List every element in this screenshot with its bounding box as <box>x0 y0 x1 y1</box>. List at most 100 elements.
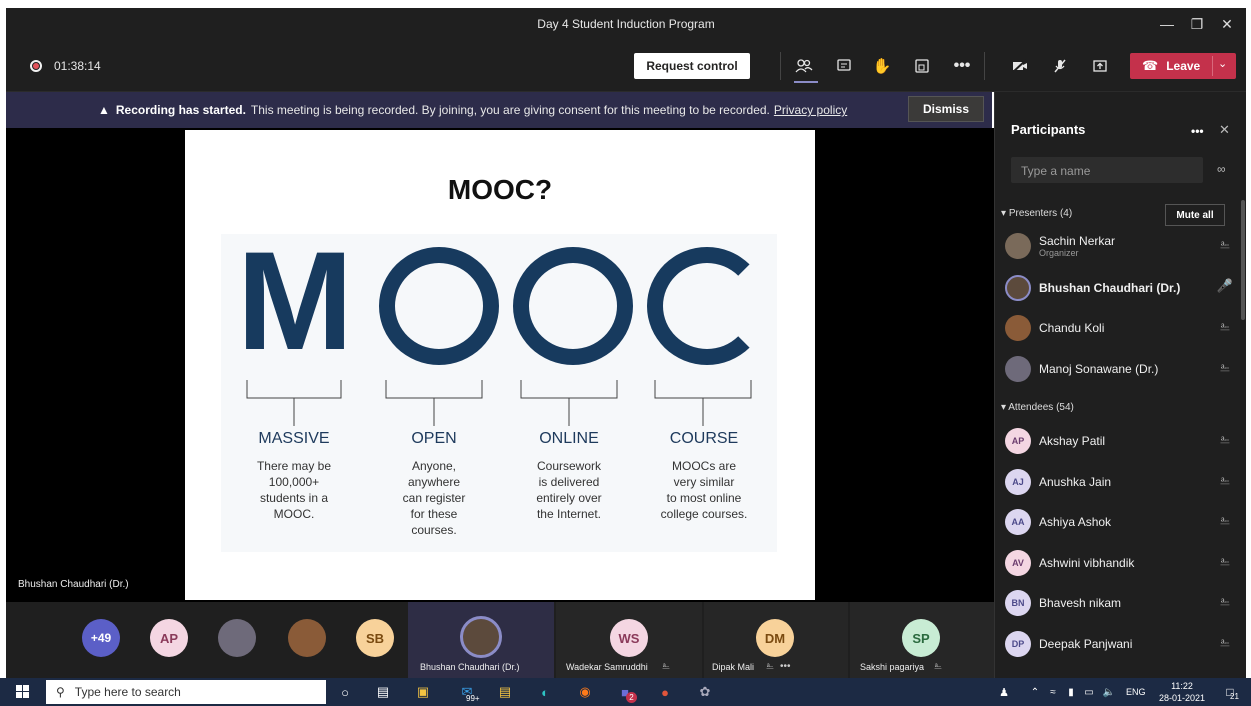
file-explorer-icon[interactable]: ▤ <box>494 682 516 702</box>
participant-tile[interactable]: WS Wadekar Samruddhi ⎁ <box>556 602 702 678</box>
mail-badge: 99+ <box>466 694 480 703</box>
participant-row[interactable]: Sachin Nerkar Organizer ⎁ <box>1005 228 1235 264</box>
mic-off-icon: ⎁ <box>1219 359 1231 374</box>
cortana-icon[interactable]: ○ <box>334 682 356 702</box>
participant-row[interactable]: Bhushan Chaudhari (Dr.) 🎤 <box>1005 270 1235 306</box>
banner-bold: Recording has started. <box>115 103 246 117</box>
avatar: DP <box>1005 631 1031 657</box>
divider <box>984 52 985 80</box>
recording-icon <box>30 60 42 72</box>
avatar: AP <box>1005 428 1031 454</box>
leave-button[interactable]: ☎ Leave ⌄ <box>1130 53 1236 79</box>
letter-m: M <box>236 222 354 379</box>
participant-tile[interactable]: SP Sakshi pagariya ⎁ <box>850 602 994 678</box>
col-text-massive: There may be 100,000+ students in a MOOC… <box>239 458 349 522</box>
text-line: Coursework <box>536 459 602 473</box>
participant-row[interactable]: Manoj Sonawane (Dr.) ⎁ <box>1005 351 1235 387</box>
participant-row[interactable]: AA Ashiya Ashok ⎁ <box>1005 504 1235 540</box>
presenters-header[interactable]: ▾ Presenters (4) <box>1001 208 1072 219</box>
taskbar-search-input[interactable]: ⚲ Type here to search <box>46 680 326 704</box>
task-view-icon[interactable]: ▤ <box>372 682 394 702</box>
participant-avatar[interactable] <box>288 619 326 657</box>
battery-icon[interactable]: ▭ <box>1082 682 1096 702</box>
participant-row[interactable]: DP Deepak Panjwani ⎁ <box>1005 626 1235 662</box>
overflow-participants-button[interactable]: +49 <box>82 619 120 657</box>
minimize-icon[interactable]: — <box>1152 8 1182 40</box>
chat-icon[interactable] <box>832 54 856 78</box>
more-options-icon[interactable]: ••• <box>1191 124 1204 138</box>
privacy-policy-link[interactable]: Privacy policy <box>774 103 847 117</box>
brackets <box>246 380 752 426</box>
media-player-icon[interactable]: ● <box>654 682 676 702</box>
mic-off-icon: ⎁ <box>1219 472 1231 487</box>
clock[interactable]: 11:22 28-01-2021 <box>1154 680 1210 704</box>
maximize-icon[interactable]: ❐ <box>1182 8 1212 40</box>
participant-avatar[interactable] <box>218 619 256 657</box>
text-line: MOOCs are <box>671 459 736 473</box>
mic-off-icon[interactable] <box>1048 54 1072 78</box>
search-icon: ⚲ <box>56 685 65 699</box>
close-panel-icon[interactable]: ✕ <box>1219 122 1230 138</box>
text-line: to most online <box>666 491 742 505</box>
participant-role: Organizer <box>1039 248 1079 258</box>
mic-off-icon: ⎁ <box>1219 236 1231 251</box>
col-text-online: Coursework is delivered entirely over th… <box>514 458 624 522</box>
participant-tile[interactable]: DM Dipak Mali ⎁ ••• <box>704 602 848 678</box>
text-line: There may be <box>256 459 332 473</box>
participant-row[interactable]: AP Akshay Patil ⎁ <box>1005 423 1235 459</box>
participant-row[interactable]: BN Bhavesh nikam ⎁ <box>1005 585 1235 621</box>
language-indicator[interactable]: ENG <box>1126 687 1146 697</box>
request-control-button[interactable]: Request control <box>634 53 750 79</box>
banner-text: This meeting is being recorded. By joini… <box>250 103 770 117</box>
close-icon[interactable]: ✕ <box>1212 8 1242 40</box>
link-icon[interactable]: ∞ <box>1217 162 1226 176</box>
scrollbar[interactable] <box>1241 200 1245 320</box>
taskbar-search-placeholder: Type here to search <box>74 685 181 699</box>
avatar: BN <box>1005 590 1031 616</box>
more-actions-icon[interactable]: ••• <box>950 54 974 78</box>
participant-avatar[interactable]: SB <box>356 619 394 657</box>
paint-icon[interactable]: ✿ <box>694 682 716 702</box>
more-icon[interactable]: ••• <box>780 661 791 672</box>
rooms-icon[interactable] <box>910 54 934 78</box>
participant-name: Anushka Jain <box>1039 475 1112 489</box>
mic-off-icon: ⎁ <box>1219 634 1231 649</box>
volume-icon[interactable]: 🔈 <box>1100 682 1118 702</box>
participant-row[interactable]: AV Ashwini vibhandik ⎁ <box>1005 545 1235 581</box>
edge-icon[interactable]: ◐ <box>534 682 556 702</box>
firefox-icon[interactable]: ◉ <box>574 682 596 702</box>
warning-icon: ▲ <box>98 103 110 117</box>
participant-row[interactable]: Chandu Koli ⎁ <box>1005 310 1235 346</box>
dismiss-button[interactable]: Dismiss <box>908 96 984 122</box>
participant-avatar[interactable]: AP <box>150 619 188 657</box>
mic-off-icon: ⎁ <box>1219 318 1231 333</box>
text-line: entirely over <box>536 491 602 505</box>
text-line: Anyone, <box>411 459 457 473</box>
chevron-up-icon[interactable]: ⌃ <box>1028 682 1042 702</box>
presenters-label: Presenters (4) <box>1008 208 1073 219</box>
participant-name: Manoj Sonawane (Dr.) <box>1039 362 1159 376</box>
chevron-down-icon[interactable]: ⌄ <box>1218 57 1227 70</box>
mute-all-button[interactable]: Mute all <box>1165 204 1225 226</box>
search-placeholder: Type a name <box>1021 164 1091 178</box>
active-speaker-tile[interactable]: Bhushan Chaudhari (Dr.) <box>408 602 554 678</box>
attendees-header[interactable]: ▾ Attendees (54) <box>1001 402 1074 413</box>
people-icon[interactable]: ♟ <box>996 682 1012 702</box>
title-bar: Day 4 Student Induction Program — ❐ ✕ <box>6 8 1246 40</box>
participant-name: Ashwini vibhandik <box>1039 556 1135 570</box>
col-text-open: Anyone, anywhere can register for these … <box>379 458 489 538</box>
camera-off-icon[interactable] <box>1008 54 1032 78</box>
store-icon[interactable]: ▣ <box>412 682 434 702</box>
participants-icon[interactable] <box>792 54 816 78</box>
raise-hand-icon[interactable]: ✋ <box>870 54 894 78</box>
share-tray-icon[interactable] <box>1088 54 1112 78</box>
text-line: 100,000+ <box>268 475 320 489</box>
participant-row[interactable]: AJ Anushka Jain ⎁ <box>1005 464 1235 500</box>
network-icon[interactable]: ≈ <box>1046 682 1060 702</box>
participant-search-input[interactable]: Type a name <box>1011 157 1203 183</box>
mic-tray-icon[interactable]: ▮ <box>1064 682 1078 702</box>
active-underline <box>794 81 818 83</box>
windows-start-icon[interactable] <box>14 682 32 702</box>
participant-avatar: SP <box>902 619 940 657</box>
participants-panel: Participants ••• ✕ Type a name ∞ ▾ Prese… <box>994 92 1246 678</box>
